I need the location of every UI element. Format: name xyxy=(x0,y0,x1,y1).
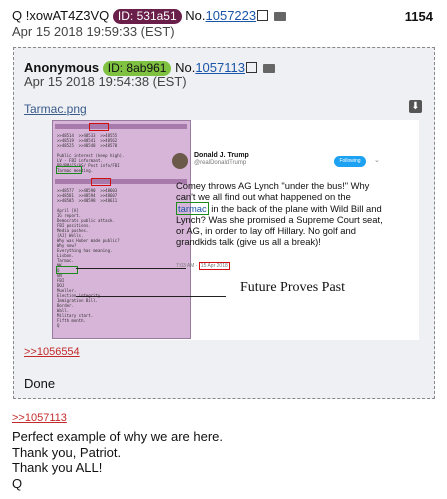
quoted-post: Anonymous ID: 8ab961 No.1057113 Apr 15 2… xyxy=(13,47,435,399)
tweet-time: 7:03 AM - xyxy=(176,263,199,269)
tweet-date-highlight: 15 Apr 2018 xyxy=(198,262,230,270)
quoted-post-text: Done xyxy=(24,376,56,391)
tweet-text-start: Comey throws AG Lynch "under the bus!" W… xyxy=(176,180,370,203)
post-message: Perfect example of why we are here. Than… xyxy=(12,429,223,491)
post-count: 1154 xyxy=(404,9,433,24)
collage-green-highlight xyxy=(56,266,78,274)
collage-red-highlight xyxy=(89,123,109,131)
q-post: Q !xowAT4Z3VQ ID: 531a51 No.1057223 1154… xyxy=(0,0,447,499)
download-icon[interactable]: ⬇ xyxy=(409,100,422,113)
tweet-text: Comey throws AG Lynch "under the bus!" W… xyxy=(176,180,386,248)
collage-arrow xyxy=(76,296,226,297)
poster-tripcode: Q !xowAT4Z3VQ xyxy=(12,8,110,23)
image-caption: Future Proves Past xyxy=(240,280,345,295)
quoted-no-label: No. xyxy=(175,60,196,75)
tweet-author-handle: @realDonaldTrump xyxy=(194,160,247,166)
post-no-label: No. xyxy=(185,8,206,23)
quoted-reply-link[interactable]: >>1056554 xyxy=(24,346,80,358)
collage-red-highlight xyxy=(91,178,111,186)
folder-icon[interactable] xyxy=(262,64,275,73)
folder-icon[interactable] xyxy=(274,12,287,21)
external-link-icon[interactable] xyxy=(257,10,269,21)
tweet-author-name: Donald J. Trump xyxy=(194,152,249,159)
external-link-icon[interactable] xyxy=(245,62,257,73)
collage-header-bar xyxy=(55,124,187,129)
message-line: Thank you, Patriot. xyxy=(12,444,122,460)
poster-id-badge[interactable]: ID: 531a51 xyxy=(112,9,182,24)
qdrop-collage: >>48514 >>48533 >>48555 >>48519 >>48541 … xyxy=(52,120,191,339)
quoted-number-link[interactable]: 1057113 xyxy=(195,60,245,75)
message-line: Thank you ALL! xyxy=(12,460,103,475)
tweet-tarmac-highlight: tarmac xyxy=(176,201,209,215)
avatar xyxy=(172,153,188,169)
tweet-timestamp: 7:03 AM - 15 Apr 2018 xyxy=(176,262,230,270)
attachment-filename[interactable]: Tarmac.png xyxy=(24,102,87,116)
reply-link[interactable]: >>1057113 xyxy=(12,412,67,424)
collage-text-block: >>48577 >>48590 >>48603 >>48581 >>48594 … xyxy=(57,188,120,328)
post-date: Apr 15 2018 19:59:33 (EST) xyxy=(12,24,175,39)
post-number-link[interactable]: 1057223 xyxy=(206,8,257,23)
chevron-down-icon: ⌄ xyxy=(374,157,380,164)
collage-header-bar xyxy=(55,179,187,184)
message-line: Q xyxy=(12,475,23,491)
collage-green-highlight xyxy=(56,166,82,174)
message-line: Perfect example of why we are here. xyxy=(12,429,223,444)
collage-arrow xyxy=(76,268,186,269)
quoted-poster-name: Anonymous xyxy=(24,60,100,75)
quoted-post-date: Apr 15 2018 19:54:38 (EST) xyxy=(24,74,187,89)
post-header: Q !xowAT4Z3VQ ID: 531a51 No.1057223 xyxy=(12,8,287,24)
tweet-follow-badge: Following xyxy=(334,156,366,167)
